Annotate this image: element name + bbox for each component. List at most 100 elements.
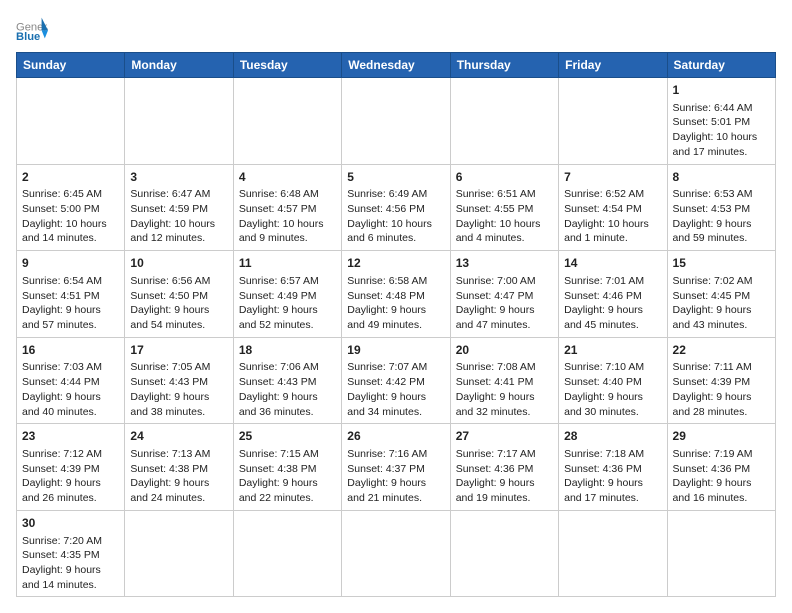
day-number: 10 bbox=[130, 255, 227, 272]
day-info: Sunrise: 6:44 AM Sunset: 5:01 PM Dayligh… bbox=[673, 101, 770, 160]
header-day-thursday: Thursday bbox=[450, 53, 558, 78]
day-info: Sunrise: 7:03 AM Sunset: 4:44 PM Dayligh… bbox=[22, 360, 119, 419]
day-cell: 27 Sunrise: 7:17 AM Sunset: 4:36 PM Dayli… bbox=[450, 424, 558, 511]
week-row-4: 16Sunrise: 7:03 AM Sunset: 4:44 PM Dayli… bbox=[17, 337, 776, 424]
day-cell bbox=[559, 78, 667, 165]
day-cell bbox=[342, 510, 450, 597]
day-cell bbox=[233, 510, 341, 597]
day-cell bbox=[342, 78, 450, 165]
day-info: Sunrise: 6:51 AM Sunset: 4:55 PM Dayligh… bbox=[456, 187, 553, 246]
logo-icon: General Blue bbox=[16, 16, 48, 44]
day-number: 4 bbox=[239, 169, 336, 186]
day-info: Sunrise: 7:01 AM Sunset: 4:46 PM Dayligh… bbox=[564, 274, 661, 333]
day-cell: 24 Sunrise: 7:13 AM Sunset: 4:38 PM Dayli… bbox=[125, 424, 233, 511]
day-info: Sunrise: 6:53 AM Sunset: 4:53 PM Dayligh… bbox=[673, 187, 770, 246]
day-info: Sunrise: 7:07 AM Sunset: 4:42 PM Dayligh… bbox=[347, 360, 444, 419]
day-cell: 5Sunrise: 6:49 AM Sunset: 4:56 PM Daylig… bbox=[342, 164, 450, 251]
day-number: 11 bbox=[239, 255, 336, 272]
day-info: Sunrise: 6:57 AM Sunset: 4:49 PM Dayligh… bbox=[239, 274, 336, 333]
header-day-saturday: Saturday bbox=[667, 53, 775, 78]
day-number: 7 bbox=[564, 169, 661, 186]
day-cell: 1Sunrise: 6:44 AM Sunset: 5:01 PM Daylig… bbox=[667, 78, 775, 165]
day-cell bbox=[233, 78, 341, 165]
day-info: Sunrise: 7:18 AM Sunset: 4:36 PM Dayligh… bbox=[564, 447, 661, 506]
day-info: Sunrise: 6:52 AM Sunset: 4:54 PM Dayligh… bbox=[564, 187, 661, 246]
day-cell: 30Sunrise: 7:20 AM Sunset: 4:35 PM Dayli… bbox=[17, 510, 125, 597]
day-number: 28 bbox=[564, 428, 661, 445]
day-number: 16 bbox=[22, 342, 119, 359]
day-cell: 21Sunrise: 7:10 AM Sunset: 4:40 PM Dayli… bbox=[559, 337, 667, 424]
day-cell: 7Sunrise: 6:52 AM Sunset: 4:54 PM Daylig… bbox=[559, 164, 667, 251]
day-cell: 20Sunrise: 7:08 AM Sunset: 4:41 PM Dayli… bbox=[450, 337, 558, 424]
calendar-table: SundayMondayTuesdayWednesdayThursdayFrid… bbox=[16, 52, 776, 597]
day-info: Sunrise: 7:06 AM Sunset: 4:43 PM Dayligh… bbox=[239, 360, 336, 419]
day-number: 3 bbox=[130, 169, 227, 186]
day-info: Sunrise: 6:49 AM Sunset: 4:56 PM Dayligh… bbox=[347, 187, 444, 246]
day-cell: 13 Sunrise: 7:00 AM Sunset: 4:47 PM Dayli… bbox=[450, 251, 558, 338]
day-info: Sunrise: 6:47 AM Sunset: 4:59 PM Dayligh… bbox=[130, 187, 227, 246]
day-info: Sunrise: 7:08 AM Sunset: 4:41 PM Dayligh… bbox=[456, 360, 553, 419]
day-number: 5 bbox=[347, 169, 444, 186]
day-number: 29 bbox=[673, 428, 770, 445]
day-number: 17 bbox=[130, 342, 227, 359]
day-number: 2 bbox=[22, 169, 119, 186]
day-number: 19 bbox=[347, 342, 444, 359]
day-cell bbox=[450, 510, 558, 597]
day-number: 6 bbox=[456, 169, 553, 186]
day-cell: 19Sunrise: 7:07 AM Sunset: 4:42 PM Dayli… bbox=[342, 337, 450, 424]
day-number: 24 bbox=[130, 428, 227, 445]
calendar-header-row: SundayMondayTuesdayWednesdayThursdayFrid… bbox=[17, 53, 776, 78]
day-number: 27 bbox=[456, 428, 553, 445]
logo: General Blue bbox=[16, 16, 48, 44]
day-number: 30 bbox=[22, 515, 119, 532]
week-row-2: 2Sunrise: 6:45 AM Sunset: 5:00 PM Daylig… bbox=[17, 164, 776, 251]
header-day-friday: Friday bbox=[559, 53, 667, 78]
day-cell: 28 Sunrise: 7:18 AM Sunset: 4:36 PM Dayli… bbox=[559, 424, 667, 511]
day-info: Sunrise: 7:19 AM Sunset: 4:36 PM Dayligh… bbox=[673, 447, 770, 506]
week-row-6: 30Sunrise: 7:20 AM Sunset: 4:35 PM Dayli… bbox=[17, 510, 776, 597]
day-cell: 4Sunrise: 6:48 AM Sunset: 4:57 PM Daylig… bbox=[233, 164, 341, 251]
day-info: Sunrise: 6:48 AM Sunset: 4:57 PM Dayligh… bbox=[239, 187, 336, 246]
day-number: 8 bbox=[673, 169, 770, 186]
day-cell bbox=[667, 510, 775, 597]
day-info: Sunrise: 7:00 AM Sunset: 4:47 PM Dayligh… bbox=[456, 274, 553, 333]
day-number: 26 bbox=[347, 428, 444, 445]
day-info: Sunrise: 6:56 AM Sunset: 4:50 PM Dayligh… bbox=[130, 274, 227, 333]
day-number: 25 bbox=[239, 428, 336, 445]
day-number: 13 bbox=[456, 255, 553, 272]
day-info: Sunrise: 7:15 AM Sunset: 4:38 PM Dayligh… bbox=[239, 447, 336, 506]
header-day-monday: Monday bbox=[125, 53, 233, 78]
day-cell: 17Sunrise: 7:05 AM Sunset: 4:43 PM Dayli… bbox=[125, 337, 233, 424]
day-cell: 10 Sunrise: 6:56 AM Sunset: 4:50 PM Dayli… bbox=[125, 251, 233, 338]
day-cell bbox=[559, 510, 667, 597]
day-number: 21 bbox=[564, 342, 661, 359]
day-info: Sunrise: 7:16 AM Sunset: 4:37 PM Dayligh… bbox=[347, 447, 444, 506]
day-cell: 15Sunrise: 7:02 AM Sunset: 4:45 PM Dayli… bbox=[667, 251, 775, 338]
day-cell: 29 Sunrise: 7:19 AM Sunset: 4:36 PM Dayli… bbox=[667, 424, 775, 511]
day-number: 18 bbox=[239, 342, 336, 359]
day-cell: 9Sunrise: 6:54 AM Sunset: 4:51 PM Daylig… bbox=[17, 251, 125, 338]
header-day-wednesday: Wednesday bbox=[342, 53, 450, 78]
day-info: Sunrise: 7:10 AM Sunset: 4:40 PM Dayligh… bbox=[564, 360, 661, 419]
header: General Blue bbox=[16, 16, 776, 44]
day-info: Sunrise: 7:13 AM Sunset: 4:38 PM Dayligh… bbox=[130, 447, 227, 506]
day-info: Sunrise: 6:58 AM Sunset: 4:48 PM Dayligh… bbox=[347, 274, 444, 333]
day-cell bbox=[17, 78, 125, 165]
day-cell: 23 Sunrise: 7:12 AM Sunset: 4:39 PM Dayli… bbox=[17, 424, 125, 511]
day-number: 23 bbox=[22, 428, 119, 445]
day-info: Sunrise: 7:12 AM Sunset: 4:39 PM Dayligh… bbox=[22, 447, 119, 506]
day-info: Sunrise: 6:54 AM Sunset: 4:51 PM Dayligh… bbox=[22, 274, 119, 333]
day-number: 14 bbox=[564, 255, 661, 272]
day-info: Sunrise: 7:11 AM Sunset: 4:39 PM Dayligh… bbox=[673, 360, 770, 419]
day-cell: 22Sunrise: 7:11 AM Sunset: 4:39 PM Dayli… bbox=[667, 337, 775, 424]
header-day-tuesday: Tuesday bbox=[233, 53, 341, 78]
svg-text:Blue: Blue bbox=[16, 31, 40, 43]
week-row-3: 9Sunrise: 6:54 AM Sunset: 4:51 PM Daylig… bbox=[17, 251, 776, 338]
day-cell: 26 Sunrise: 7:16 AM Sunset: 4:37 PM Dayli… bbox=[342, 424, 450, 511]
week-row-1: 1Sunrise: 6:44 AM Sunset: 5:01 PM Daylig… bbox=[17, 78, 776, 165]
week-row-5: 23 Sunrise: 7:12 AM Sunset: 4:39 PM Dayli… bbox=[17, 424, 776, 511]
day-number: 12 bbox=[347, 255, 444, 272]
day-info: Sunrise: 6:45 AM Sunset: 5:00 PM Dayligh… bbox=[22, 187, 119, 246]
day-info: Sunrise: 7:17 AM Sunset: 4:36 PM Dayligh… bbox=[456, 447, 553, 506]
day-info: Sunrise: 7:05 AM Sunset: 4:43 PM Dayligh… bbox=[130, 360, 227, 419]
